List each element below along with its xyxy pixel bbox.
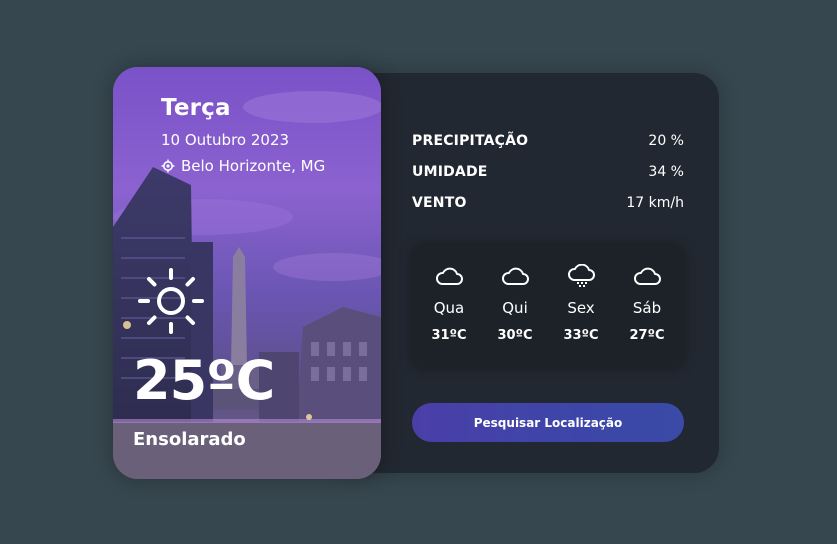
forecast-day-name: Qua xyxy=(433,299,465,317)
forecast-day-name: Sáb xyxy=(632,299,662,317)
forecast-temp: 27ºC xyxy=(629,328,665,343)
stat-row-wind: VENTO 17 km/h xyxy=(412,187,684,218)
current-weather-info: Terça 10 Outubro 2023 Belo Horizonte, MG xyxy=(113,67,381,479)
forecast-day[interactable]: Sex 33ºC xyxy=(553,245,609,367)
cloud-icon xyxy=(436,267,463,285)
stat-row-humidity: UMIDADE 34 % xyxy=(412,156,684,187)
stat-label: VENTO xyxy=(412,194,467,211)
forecast-temp: 30ºC xyxy=(497,328,533,343)
cloud-snow-icon xyxy=(568,264,595,287)
current-temperature: 25ºC xyxy=(133,349,275,412)
stat-label: PRECIPITAÇÃO xyxy=(412,132,529,149)
cloud-icon xyxy=(502,267,529,285)
current-location: Belo Horizonte, MG xyxy=(161,157,325,175)
weather-app: Terça 10 Outubro 2023 Belo Horizonte, MG xyxy=(0,0,837,544)
stat-label: UMIDADE xyxy=(412,163,488,180)
forecast-day[interactable]: Qua 31ºC xyxy=(421,245,477,367)
location-label: Belo Horizonte, MG xyxy=(181,157,326,175)
current-weather-card: Terça 10 Outubro 2023 Belo Horizonte, MG xyxy=(113,67,381,479)
forecast-day-name: Qui xyxy=(502,299,528,317)
day-name: Terça xyxy=(161,95,231,121)
forecast-day[interactable]: Sáb 27ºC xyxy=(619,245,675,367)
stat-value: 20 % xyxy=(648,132,684,149)
location-pin-icon xyxy=(161,159,175,173)
forecast-list: Qua 31ºC Qui 30ºC Sex 33ºC Sáb 27ºC xyxy=(412,245,684,367)
weather-condition: Ensolarado xyxy=(133,429,246,450)
current-date: 10 Outubro 2023 xyxy=(161,131,290,149)
forecast-day-name: Sex xyxy=(567,299,595,317)
sun-icon xyxy=(138,268,204,334)
forecast-temp: 33ºC xyxy=(563,328,599,343)
weather-stats: PRECIPITAÇÃO 20 % UMIDADE 34 % VENTO 17 … xyxy=(412,125,684,218)
forecast-temp: 31ºC xyxy=(431,328,467,343)
stat-row-precipitation: PRECIPITAÇÃO 20 % xyxy=(412,125,684,156)
search-location-button[interactable]: Pesquisar Localização xyxy=(412,403,684,442)
cloud-icon xyxy=(634,267,661,285)
stat-value: 34 % xyxy=(648,163,684,180)
forecast-day[interactable]: Qui 30ºC xyxy=(487,245,543,367)
stat-value: 17 km/h xyxy=(626,194,684,211)
